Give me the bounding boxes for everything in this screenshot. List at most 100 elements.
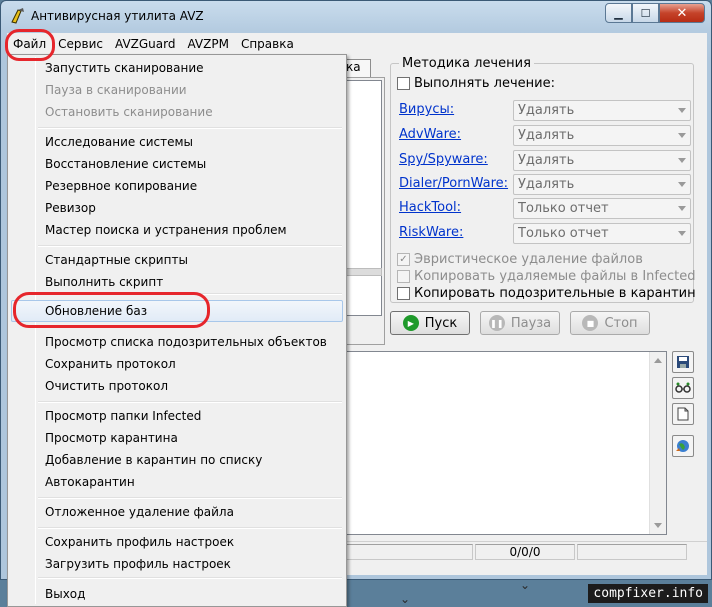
scan-area-panel [343, 77, 385, 345]
watermark: compfixer.info [588, 584, 708, 603]
stop-button[interactable]: ■ Стоп [570, 311, 650, 335]
perform-treatment-checkbox[interactable] [397, 77, 410, 90]
menu-file[interactable]: Файл [7, 35, 52, 53]
menu-service[interactable]: Сервис [52, 35, 109, 53]
pause-icon: ❚❚ [488, 315, 505, 331]
chevron-down-icon [678, 108, 686, 113]
save-log-button[interactable] [672, 351, 694, 373]
threat-link-spyware[interactable]: Spy/Spyware: [399, 152, 488, 167]
bird-decoration: ⌄ [520, 578, 531, 592]
riskware-action-select[interactable]: Только отчет [513, 223, 691, 244]
threat-link-dialer[interactable]: Dialer/PornWare: [399, 176, 508, 191]
menu-item-deferred-delete[interactable]: Отложенное удаление файла [11, 501, 343, 523]
horizontal-scrollbar[interactable] [346, 268, 382, 276]
menu-item-system-restore[interactable]: Восстановление системы [11, 153, 343, 175]
menu-item-autoquarantine[interactable]: Автокарантин [11, 471, 343, 493]
bird-decoration: ⌄ [400, 592, 411, 606]
globe-icon [676, 440, 689, 452]
treatment-group: Методика лечения Выполнять лечение: Виру… [390, 56, 696, 303]
spyware-action-value: Удалять [518, 153, 575, 168]
menu-item-save-log[interactable]: Сохранить протокол [11, 353, 343, 375]
heuristic-delete-option[interactable]: ✓ Эвристическое удаление файлов [397, 252, 643, 267]
window-title: Антивирусная утилита AVZ [31, 9, 204, 23]
spyware-action-select[interactable]: Удалять [513, 150, 691, 171]
copy-deleted-label: Копировать удаляемые файлы в Infected [414, 269, 696, 284]
menu-item-save-profile[interactable]: Сохранить профиль настроек [11, 531, 343, 553]
log-vertical-scrollbar[interactable] [649, 352, 666, 534]
scan-tree[interactable] [346, 80, 382, 316]
riskware-action-value: Только отчет [518, 226, 609, 241]
treatment-group-title: Методика лечения [399, 56, 534, 71]
menu-separator [38, 127, 342, 129]
advware-action-select[interactable]: Удалять [513, 125, 691, 146]
pause-button-label: Пауза [510, 315, 552, 331]
threat-link-riskware[interactable]: RiskWare: [399, 225, 463, 240]
menu-item-troubleshoot-wizard[interactable]: Мастер поиска и устранения проблем [11, 219, 343, 241]
perform-treatment-option[interactable]: Выполнять лечение: [397, 76, 555, 91]
dialer-action-value: Удалять [518, 177, 575, 192]
menu-item-view-suspicious[interactable]: Просмотр списка подозрительных объектов [11, 331, 343, 353]
document-icon [677, 407, 689, 421]
update-online-button[interactable] [672, 435, 694, 457]
menu-item-standard-scripts[interactable]: Стандартные скрипты [11, 249, 343, 271]
new-document-button[interactable] [672, 403, 694, 425]
caption-buttons: ▁ ☐ ✕ [605, 3, 705, 25]
menu-avzguard[interactable]: AVZGuard [109, 35, 181, 53]
title-bar[interactable]: Антивирусная утилита AVZ ▁ ☐ ✕ [1, 1, 711, 33]
log-textarea[interactable] [343, 351, 667, 535]
copy-deleted-option[interactable]: Копировать удаляемые файлы в Infected [397, 269, 695, 284]
save-icon [677, 356, 689, 368]
hacktool-action-value: Только отчет [518, 201, 609, 216]
chevron-down-icon [678, 133, 686, 138]
menu-help[interactable]: Справка [235, 35, 300, 53]
menu-avzpm[interactable]: AVZPM [181, 35, 234, 53]
chevron-down-icon [678, 206, 686, 211]
menu-item-view-infected[interactable]: Просмотр папки Infected [11, 405, 343, 427]
menu-item-quarantine-by-list[interactable]: Добавление в карантин по списку [11, 449, 343, 471]
menu-item-start-scan[interactable]: Запустить сканирование [11, 57, 343, 79]
scroll-up-icon[interactable] [654, 358, 662, 363]
menu-item-clear-log[interactable]: Очистить протокол [11, 375, 343, 397]
menu-item-view-quarantine[interactable]: Просмотр карантина [11, 427, 343, 449]
menu-item-exit[interactable]: Выход [11, 583, 343, 605]
threat-link-hacktool[interactable]: HackTool: [399, 200, 461, 215]
stop-icon: ■ [582, 315, 599, 331]
copy-suspicious-label: Копировать подозрительные в карантин [414, 286, 696, 301]
menu-item-run-script[interactable]: Выполнить скрипт [11, 271, 343, 293]
menu-item-stop-scan[interactable]: Остановить сканирование [11, 101, 343, 123]
menu-item-system-research[interactable]: Исследование системы [11, 131, 343, 153]
menu-item-backup[interactable]: Резервное копирование [11, 175, 343, 197]
menu-item-pause-scan[interactable]: Пауза в сканировании [11, 79, 343, 101]
copy-suspicious-checkbox[interactable] [397, 287, 410, 300]
minimize-button[interactable]: ▁ [605, 3, 632, 23]
menu-separator [38, 527, 342, 529]
advware-action-value: Удалять [518, 128, 575, 143]
menu-item-auditor[interactable]: Ревизор [11, 197, 343, 219]
hacktool-action-select[interactable]: Только отчет [513, 198, 691, 219]
file-menu-dropdown: Запустить сканирование Пауза в сканирова… [7, 54, 347, 607]
glasses-icon [675, 382, 691, 393]
viruses-action-value: Удалять [518, 103, 575, 118]
scroll-down-icon[interactable] [654, 523, 662, 528]
tab-partial[interactable]: ка [343, 59, 371, 77]
view-suspicious-button[interactable] [672, 377, 694, 399]
menu-item-load-profile[interactable]: Загрузить профиль настроек [11, 553, 343, 575]
copy-suspicious-option[interactable]: Копировать подозрительные в карантин [397, 286, 696, 301]
heuristic-delete-checkbox[interactable]: ✓ [397, 253, 410, 266]
start-button[interactable]: ▶ Пуск [390, 311, 470, 335]
chevron-down-icon [678, 158, 686, 163]
viruses-action-select[interactable]: Удалять [513, 100, 691, 121]
copy-deleted-checkbox[interactable] [397, 270, 410, 283]
threat-link-advware[interactable]: AdvWare: [399, 127, 461, 142]
close-button[interactable]: ✕ [659, 3, 705, 23]
dialer-action-select[interactable]: Удалять [513, 174, 691, 195]
status-counter: 0/0/0 [475, 544, 575, 560]
stop-button-label: Стоп [604, 315, 638, 331]
maximize-button[interactable]: ☐ [632, 3, 659, 23]
menu-separator [38, 577, 342, 579]
pause-button[interactable]: ❚❚ Пауза [480, 311, 560, 335]
menu-item-update-databases[interactable]: Обновление баз [11, 300, 343, 322]
threat-link-viruses[interactable]: Вирусы: [399, 102, 454, 117]
status-pane-blank [337, 544, 473, 560]
play-icon: ▶ [402, 315, 419, 331]
